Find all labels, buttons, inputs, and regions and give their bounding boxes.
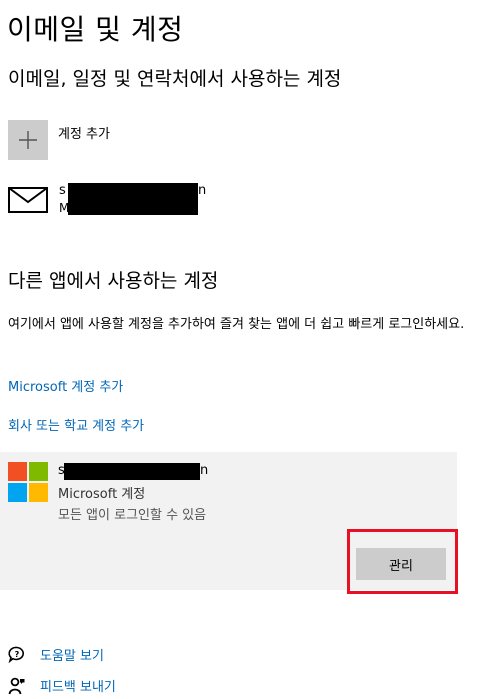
other-apps-section-title: 다른 앱에서 사용하는 계정 [8, 270, 219, 292]
email-section-title: 이메일, 일정 및 연락처에서 사용하는 계정 [8, 68, 342, 90]
add-account-label: 계정 추가 [58, 127, 110, 142]
add-microsoft-account-link[interactable]: Microsoft 계정 추가 [8, 376, 123, 395]
microsoft-account-type: Microsoft 계정 [58, 487, 146, 502]
add-tile [8, 120, 48, 160]
add-work-account-link[interactable]: 회사 또는 학교 계정 추가 [8, 415, 144, 434]
mail-icon [8, 187, 48, 213]
email-account-item[interactable]: s M n [8, 183, 268, 219]
feedback-person-icon [8, 677, 25, 694]
feedback-link[interactable]: 피드백 보내기 [8, 676, 116, 695]
add-account-button[interactable]: 계정 추가 [8, 120, 110, 160]
manage-button[interactable]: 관리 [356, 548, 446, 580]
redaction-bar [68, 183, 198, 215]
redaction-bar [64, 463, 200, 480]
help-label: 도움말 보기 [40, 649, 104, 664]
help-chat-icon: ? [8, 646, 25, 663]
plus-icon [19, 131, 37, 149]
microsoft-logo-icon [8, 462, 48, 502]
feedback-label: 피드백 보내기 [40, 680, 116, 695]
microsoft-account-email-suffix: n [200, 463, 209, 478]
microsoft-account-status: 모든 앱이 로그인할 수 있음 [58, 508, 207, 523]
other-apps-description: 여기에서 앱에 사용할 계정을 추가하여 즐겨 찾는 앱에 더 쉽고 빠르게 로… [8, 317, 465, 332]
svg-text:?: ? [15, 650, 20, 659]
help-link[interactable]: ? 도움말 보기 [8, 645, 104, 664]
email-account-address-suffix: n [198, 183, 207, 198]
email-account-address: s [59, 183, 66, 198]
page-title: 이메일 및 계정 [7, 13, 184, 46]
email-accounts-page: 이메일 및 계정 이메일, 일정 및 연락처에서 사용하는 계정 계정 추가 s… [0, 0, 499, 699]
